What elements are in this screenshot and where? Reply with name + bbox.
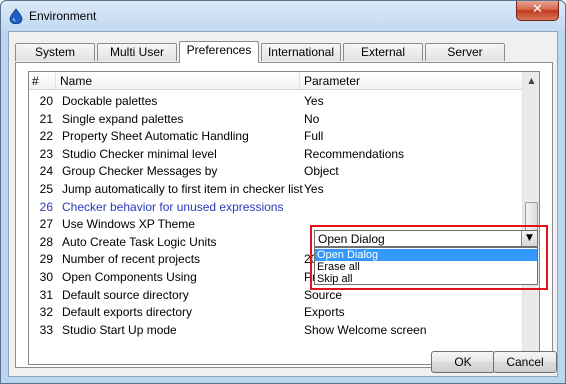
app-drop-icon [9,8,23,24]
preferences-panel: # Name Parameter 20 Dockable palettes Yes 2… [15,62,553,368]
row-name: Open Components Using [62,270,197,284]
table-row[interactable]: 22 Property Sheet Automatic Handling Full [29,127,523,145]
row-parameter[interactable]: Recommendations [304,147,404,161]
row-number: 24 [39,164,53,179]
chevron-down-icon[interactable]: ▼ [521,231,537,246]
row-number: 28 [39,234,53,249]
row-number: 20 [39,94,53,108]
environment-window: Environment ✕ System Multi User Preferen… [0,0,566,384]
ok-button[interactable]: OK [431,351,495,373]
row-parameter[interactable]: Full [304,129,323,143]
row-number: 27 [39,217,53,232]
row-name: Property Sheet Automatic Handling [62,129,249,144]
column-parameter[interactable]: Parameter [304,74,360,88]
title-bar[interactable]: Environment ✕ [1,1,565,31]
tab-preferences[interactable]: Preferences [179,41,259,63]
tab-international[interactable]: International [261,43,341,61]
list-header: # Name Parameter [29,72,523,90]
row-parameter[interactable]: Exports [304,305,345,319]
table-row[interactable]: 23 Studio Checker minimal level Recommenda… [29,145,523,163]
row-parameter[interactable]: Object [304,164,339,178]
tab-system[interactable]: System [15,43,95,61]
dialog-body: System Multi User Preferences Internatio… [8,31,558,377]
row-parameter[interactable]: Show Welcome screen [304,323,427,337]
close-button[interactable]: ✕ [516,1,559,21]
checker-behavior-combo[interactable]: Open Dialog ▼ [314,230,538,247]
combo-dropdown-list: Open Dialog Erase all Skip all [314,247,538,285]
row-number: 31 [39,287,53,302]
tab-strip: System Multi User Preferences Internatio… [15,41,555,63]
option-open-dialog[interactable]: Open Dialog [315,249,537,261]
column-number[interactable]: # [32,74,39,88]
table-row[interactable]: 25 Jump automatically to first item in ch… [29,180,523,198]
cancel-button[interactable]: Cancel [493,351,557,373]
scroll-up-icon[interactable]: ▲ [523,72,539,89]
row-number: 32 [39,305,53,320]
row-name: Group Checker Messages by [62,164,218,179]
row-number: 33 [39,322,53,337]
table-row[interactable]: 20 Dockable palettes Yes [29,92,523,110]
row-name: Auto Create Task Logic Units [62,234,217,249]
row-name: Use Windows XP Theme [62,217,195,232]
table-row[interactable]: 32 Default exports directory Exports [29,303,523,321]
row-name: Default source directory [62,287,189,302]
row-name: Number of recent projects [62,252,201,267]
tab-external[interactable]: External [343,43,423,61]
row-parameter[interactable]: Yes [304,182,324,196]
row-number: 29 [39,252,53,267]
row-number: 26 [39,199,53,214]
row-parameter[interactable]: No [304,112,319,126]
row-name: Dockable palettes [62,94,158,108]
row-number: 25 [39,182,53,196]
vertical-scrollbar[interactable]: ▲ ▼ [522,72,539,364]
tab-multi-user[interactable]: Multi User [97,43,177,61]
row-name: Studio Start Up mode [62,322,177,337]
checker-behavior-callout: Open Dialog ▼ Open Dialog Erase all Skip… [310,225,548,290]
row-name: Checker behavior for unused expressions [62,199,284,214]
combo-value: Open Dialog [318,232,385,246]
row-name: Default exports directory [62,305,193,320]
column-name[interactable]: Name [60,74,92,88]
option-skip-all[interactable]: Skip all [315,273,537,285]
row-name: Studio Checker minimal level [62,146,217,161]
row-number: 30 [39,270,53,284]
row-name: Jump automatically to first item in chec… [62,182,303,196]
tab-server[interactable]: Server [425,43,505,61]
window-title: Environment [29,9,97,23]
row-number: 23 [39,146,53,161]
table-row[interactable]: 33 Studio Start Up mode Show Welcome scree… [29,321,523,339]
row-parameter[interactable]: Yes [304,94,324,108]
table-row[interactable]: 26 Checker behavior for unused expression… [29,198,523,216]
close-icon: ✕ [532,2,543,17]
row-number: 22 [39,129,53,144]
option-erase-all[interactable]: Erase all [315,261,537,273]
table-row[interactable]: 21 Single expand palettes No [29,110,523,128]
table-row[interactable]: 24 Group Checker Messages by Object [29,162,523,180]
preferences-list: # Name Parameter 20 Dockable palettes Yes 2… [28,71,540,365]
row-number: 21 [39,111,53,126]
row-name: Single expand palettes [62,111,184,126]
